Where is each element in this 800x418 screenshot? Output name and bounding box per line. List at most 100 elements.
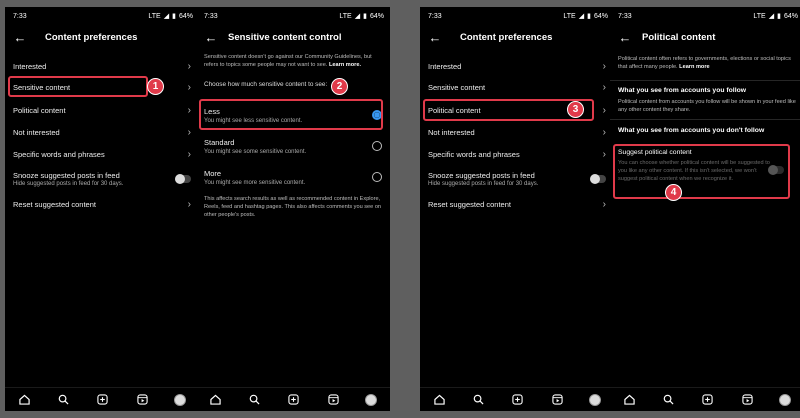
radio-unselected[interactable] xyxy=(372,172,382,182)
section-text-following: Political content from accounts you foll… xyxy=(618,99,796,114)
item-snooze[interactable]: Snooze suggested posts in feed Hide sugge… xyxy=(420,166,614,192)
back-arrow-icon[interactable]: ← xyxy=(420,30,450,45)
reels-icon[interactable] xyxy=(326,393,340,407)
search-icon[interactable] xyxy=(248,393,262,407)
learn-more-link[interactable]: Learn more xyxy=(679,64,709,70)
phone-content-preferences-2: 7:33 LTE ◢ ▮ 64% ← Content preferences Inte… xyxy=(420,7,614,411)
item-sub: Hide suggested posts in feed for 30 days… xyxy=(13,181,124,187)
item-label: Specific words and phrases xyxy=(13,149,105,159)
phone-political-content: 7:33 LTE ◢ ▮ 64% ← Political content Politi… xyxy=(610,7,800,411)
item-specific-words[interactable]: Specific words and phrases › xyxy=(5,144,199,164)
reels-icon[interactable] xyxy=(135,393,149,407)
avatar[interactable] xyxy=(779,393,792,406)
avatar[interactable] xyxy=(365,393,378,406)
radio-unselected[interactable] xyxy=(372,141,382,151)
intro-paragraph: Political content often refers to govern… xyxy=(618,55,796,71)
highlight-box xyxy=(613,144,790,199)
chevron-right-icon: › xyxy=(187,148,191,160)
item-label: Reset suggested content xyxy=(428,199,511,209)
search-icon[interactable] xyxy=(472,393,486,407)
battery-icon: ▮ xyxy=(363,13,367,20)
home-icon[interactable] xyxy=(623,393,637,407)
item-political-content[interactable]: Political content › xyxy=(5,100,199,120)
highlight-box xyxy=(8,76,148,97)
item-label: Interested xyxy=(13,61,47,71)
header: ← Content preferences xyxy=(420,25,614,49)
signal-icon: ◢ xyxy=(163,13,170,20)
search-icon[interactable] xyxy=(57,393,71,407)
item-label: Snooze suggested posts in feed xyxy=(13,171,120,180)
item-interested[interactable]: Interested › xyxy=(5,56,199,76)
highlight-box xyxy=(199,99,383,130)
chevron-right-icon: › xyxy=(187,60,191,72)
search-icon[interactable] xyxy=(662,393,676,407)
option-desc: You might see more sensitive content. xyxy=(204,179,306,186)
learn-more-link[interactable]: Learn more. xyxy=(329,62,361,68)
create-icon[interactable] xyxy=(96,393,110,407)
home-icon[interactable] xyxy=(433,393,447,407)
item-label: Not interested xyxy=(13,127,60,137)
back-arrow-icon[interactable]: ← xyxy=(5,30,35,45)
step-badge: 1 xyxy=(147,78,164,95)
network-label: LTE xyxy=(753,12,766,20)
battery-label: 64% xyxy=(593,12,608,20)
bottom-nav xyxy=(420,387,614,411)
item-snooze[interactable]: Snooze suggested posts in feed Hide sugge… xyxy=(5,166,199,192)
item-reset[interactable]: Reset suggested content › xyxy=(420,194,614,214)
page-title: Sensitive content control xyxy=(228,31,342,43)
reels-icon[interactable] xyxy=(740,393,754,407)
status-bar: 7:33 LTE ◢ ▮ 64% xyxy=(428,10,608,22)
create-icon[interactable] xyxy=(287,393,301,407)
section-title-following: What you see from accounts you follow xyxy=(618,87,747,94)
chevron-right-icon: › xyxy=(602,198,606,210)
intro-paragraph: Sensitive content doesn't go against our… xyxy=(204,53,382,69)
chevron-right-icon: › xyxy=(602,104,606,116)
signal-icon: ◢ xyxy=(768,13,775,20)
item-interested[interactable]: Interested › xyxy=(420,56,614,76)
page-title: Content preferences xyxy=(460,31,553,43)
item-sensitive-content[interactable]: Sensitive content › xyxy=(420,77,614,97)
item-label: Specific words and phrases xyxy=(428,149,520,159)
avatar[interactable] xyxy=(174,393,187,406)
header: ← Sensitive content control xyxy=(196,25,390,49)
item-label: Interested xyxy=(428,61,462,71)
option-label: More xyxy=(204,168,222,178)
back-arrow-icon[interactable]: ← xyxy=(196,30,226,45)
reels-icon[interactable] xyxy=(550,393,564,407)
chevron-right-icon: › xyxy=(602,81,606,93)
item-not-interested[interactable]: Not interested › xyxy=(5,122,199,142)
option-label: Standard xyxy=(204,137,235,147)
battery-label: 64% xyxy=(178,12,193,20)
create-icon[interactable] xyxy=(511,393,525,407)
item-not-interested[interactable]: Not interested › xyxy=(420,122,614,142)
section-title-not-following: What you see from accounts you don't fol… xyxy=(618,127,765,134)
footer-text: This affects search results as well as r… xyxy=(204,196,382,219)
step-badge: 3 xyxy=(567,101,584,118)
network-label: LTE xyxy=(339,12,352,20)
snooze-toggle[interactable] xyxy=(175,174,191,184)
phone-sensitive-content-control: 7:33 LTE ◢ ▮ 64% ← Sensitive content contro… xyxy=(196,7,390,411)
status-bar: 7:33 LTE ◢ ▮ 64% xyxy=(13,10,193,22)
snooze-toggle[interactable] xyxy=(590,174,606,184)
status-time: 7:33 xyxy=(618,12,632,20)
back-arrow-icon[interactable]: ← xyxy=(610,30,640,45)
option-more[interactable]: More You might see more sensitive content… xyxy=(204,162,382,192)
item-specific-words[interactable]: Specific words and phrases › xyxy=(420,144,614,164)
item-sub: Hide suggested posts in feed for 30 days… xyxy=(428,181,539,187)
header: ← Political content xyxy=(610,25,800,49)
network-label: LTE xyxy=(148,12,161,20)
bottom-nav xyxy=(610,387,800,411)
chevron-right-icon: › xyxy=(602,148,606,160)
item-label: Snooze suggested posts in feed xyxy=(428,171,535,180)
signal-icon: ◢ xyxy=(578,13,585,20)
option-standard[interactable]: Standard You might see some sensitive con… xyxy=(204,131,382,161)
chevron-right-icon: › xyxy=(187,81,191,93)
home-icon[interactable] xyxy=(209,393,223,407)
chevron-right-icon: › xyxy=(187,104,191,116)
avatar[interactable] xyxy=(589,393,602,406)
bottom-nav xyxy=(5,387,199,411)
item-reset[interactable]: Reset suggested content › xyxy=(5,194,199,214)
create-icon[interactable] xyxy=(701,393,715,407)
home-icon[interactable] xyxy=(18,393,32,407)
signal-icon: ◢ xyxy=(354,13,361,20)
